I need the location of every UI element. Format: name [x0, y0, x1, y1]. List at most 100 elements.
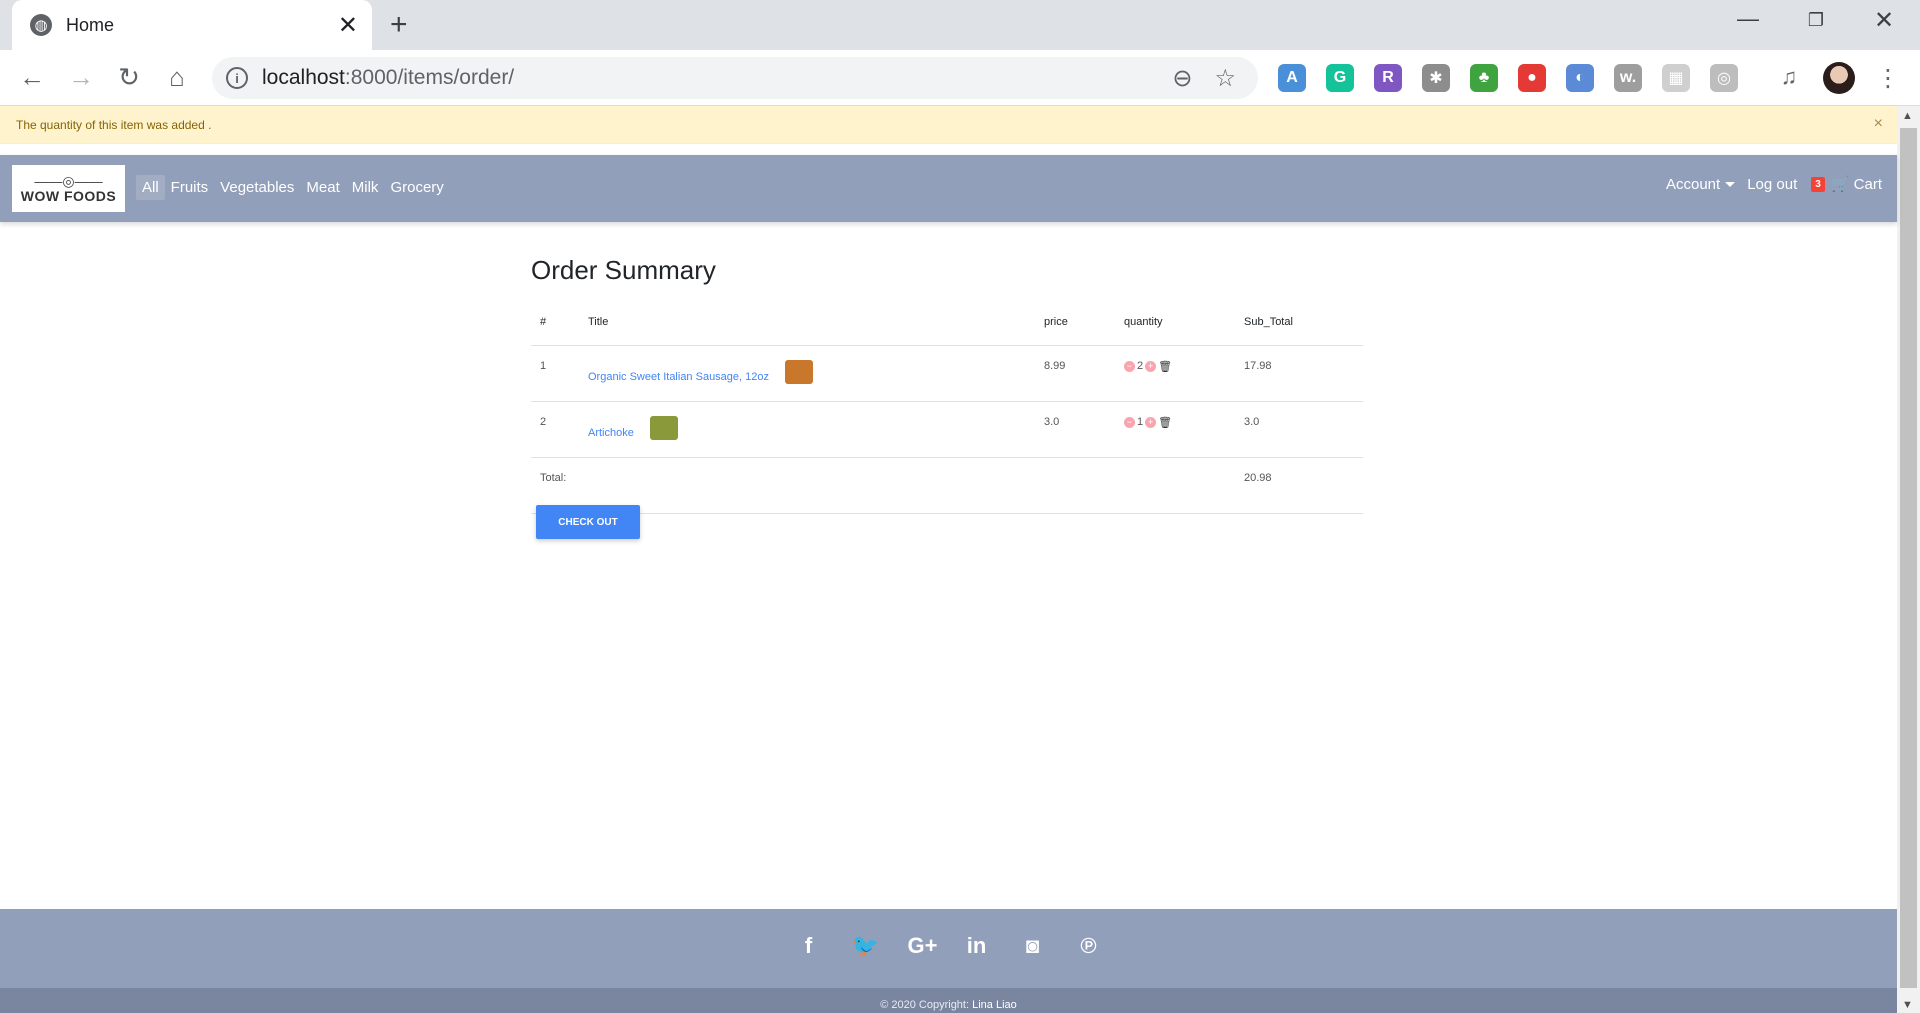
- navbar-right: Account Log out 3 🛒 Cart: [1654, 175, 1882, 194]
- reload-icon[interactable]: ↻: [112, 62, 146, 92]
- browser-tab[interactable]: ◍ Home ✕: [12, 0, 372, 50]
- circle-icon[interactable]: ◎: [1710, 64, 1738, 92]
- decrease-quantity-icon[interactable]: −: [1124, 360, 1135, 372]
- row-subtotal: 3.0: [1235, 401, 1363, 458]
- item-link[interactable]: Artichoke: [588, 427, 634, 439]
- tab-title: Home: [66, 14, 115, 35]
- color-wheel-icon[interactable]: ●: [1518, 64, 1546, 92]
- row-price: 3.0: [1035, 401, 1115, 458]
- nav-item-all[interactable]: All: [136, 175, 165, 200]
- account-dropdown[interactable]: Account: [1666, 176, 1736, 193]
- cart-link[interactable]: 🛒 Cart: [1831, 175, 1882, 193]
- quantity-value: 2: [1137, 360, 1144, 372]
- restore-icon[interactable]: ❐: [1786, 10, 1846, 31]
- instagram-icon[interactable]: ◙: [1020, 933, 1046, 959]
- col-header-title: Title: [579, 300, 1035, 346]
- order-table: # Title price quantity Sub_Total 1 Organi…: [531, 300, 1363, 514]
- table-row: 2 Artichoke 3.0−1 + 🗑 3.0: [531, 401, 1363, 458]
- row-subtotal: 17.98: [1235, 345, 1363, 402]
- cart-icon: 🛒: [1830, 176, 1850, 193]
- close-window-icon[interactable]: ✕: [1854, 6, 1914, 35]
- col-header-subtotal: Sub_Total: [1235, 300, 1363, 346]
- grammarly-icon[interactable]: G: [1326, 64, 1354, 92]
- nav-item-fruits[interactable]: Fruits: [165, 175, 215, 200]
- page-title: Order Summary: [531, 255, 716, 285]
- row-quantity-cell: −2 + 🗑: [1115, 345, 1235, 402]
- trash-icon[interactable]: 🗑: [1158, 360, 1172, 373]
- close-icon[interactable]: ×: [1874, 115, 1883, 133]
- url-text[interactable]: localhost:8000/items/order/: [262, 66, 1172, 90]
- table-header-row: # Title price quantity Sub_Total: [531, 300, 1363, 346]
- grid-icon[interactable]: ▦: [1662, 64, 1690, 92]
- cart-count-badge: 3: [1811, 176, 1825, 192]
- close-tab-icon[interactable]: ✕: [338, 11, 358, 40]
- bookmark-star-icon[interactable]: ☆: [1214, 64, 1236, 93]
- row-title-cell: Organic Sweet Italian Sausage, 12oz: [579, 345, 1035, 402]
- logout-link[interactable]: Log out: [1747, 176, 1797, 193]
- browser-toolbar: ← → ↻ ⌂ i localhost:8000/items/order/ ⊖ …: [0, 50, 1920, 106]
- linkedin-icon[interactable]: in: [964, 933, 990, 959]
- row-price: 8.99: [1035, 345, 1115, 402]
- pinterest-icon[interactable]: ℗: [1076, 933, 1102, 959]
- globe-icon: ◍: [30, 14, 52, 36]
- col-header-price: price: [1035, 300, 1115, 346]
- caret-down-icon: [1725, 182, 1736, 188]
- w-icon[interactable]: w.: [1614, 64, 1642, 92]
- increase-quantity-icon[interactable]: +: [1145, 416, 1157, 428]
- html-tree-icon[interactable]: ♣: [1470, 64, 1498, 92]
- col-header-quantity: quantity: [1115, 300, 1235, 346]
- nav-item-vegetables[interactable]: Vegetables: [214, 175, 300, 200]
- scroll-down-icon[interactable]: ▼: [1902, 999, 1913, 1011]
- address-bar[interactable]: i localhost:8000/items/order/ ⊖ ☆: [212, 57, 1258, 99]
- minimize-icon[interactable]: —: [1718, 6, 1778, 32]
- google-plus-icon[interactable]: G+: [908, 933, 938, 959]
- row-quantity-cell: −1 + 🗑: [1115, 401, 1235, 458]
- media-control-icon[interactable]: ♫: [1772, 62, 1806, 92]
- logo-mark: ——◎——: [34, 172, 103, 189]
- twitter-icon[interactable]: 🐦: [852, 933, 879, 959]
- row-number: 2: [531, 401, 579, 458]
- trash-icon[interactable]: 🗑: [1158, 416, 1172, 429]
- alert-message: The quantity of this item was added . ×: [0, 106, 1897, 144]
- nav-item-grocery[interactable]: Grocery: [384, 175, 449, 200]
- col-header-num: #: [531, 300, 579, 346]
- a-icon[interactable]: A: [1278, 64, 1306, 92]
- order-summary-section: Order Summary # Title price quantity Sub…: [531, 255, 1363, 539]
- site-logo[interactable]: ——◎—— WOW FOODS: [12, 165, 125, 212]
- facebook-icon[interactable]: f: [796, 933, 822, 959]
- new-tab-icon[interactable]: +: [390, 8, 408, 42]
- scroll-up-icon[interactable]: ▲: [1902, 110, 1913, 122]
- bug-icon[interactable]: ✱: [1422, 64, 1450, 92]
- drop-icon[interactable]: ◐: [1566, 64, 1594, 92]
- page-scrollbar[interactable]: ▲ ▼: [1897, 106, 1920, 1013]
- zoom-icon[interactable]: ⊖: [1172, 64, 1192, 93]
- scrollbar-thumb[interactable]: [1900, 128, 1917, 988]
- browser-tabstrip: ◍ Home ✕ + — ❐ ✕: [0, 0, 1920, 50]
- forward-icon[interactable]: →: [64, 62, 98, 92]
- home-icon[interactable]: ⌂: [160, 62, 194, 92]
- table-row: 1 Organic Sweet Italian Sausage, 12oz 8.99…: [531, 345, 1363, 402]
- r-icon[interactable]: R: [1374, 64, 1402, 92]
- row-number: 1: [531, 345, 579, 402]
- decrease-quantity-icon[interactable]: −: [1124, 416, 1135, 428]
- social-links: f 🐦 G+ in ◙ ℗: [0, 933, 1897, 959]
- copyright: © 2020 Copyright: Lina Liao: [0, 988, 1897, 1013]
- menu-kebab-icon[interactable]: ⋮: [1876, 64, 1900, 93]
- info-icon[interactable]: i: [226, 67, 248, 89]
- avatar[interactable]: [1823, 62, 1855, 94]
- logo-text: WOW FOODS: [20, 187, 117, 204]
- item-link[interactable]: Organic Sweet Italian Sausage, 12oz: [588, 371, 769, 383]
- checkout-button[interactable]: CHECK OUT: [536, 505, 640, 539]
- nav-item-meat[interactable]: Meat: [300, 175, 345, 200]
- item-thumbnail[interactable]: [649, 415, 678, 440]
- copyright-author-link[interactable]: Lina Liao: [972, 999, 1017, 1011]
- back-icon[interactable]: ←: [15, 62, 49, 92]
- nav-item-milk[interactable]: Milk: [346, 175, 385, 200]
- item-thumbnail[interactable]: [785, 359, 814, 384]
- site-navbar: ——◎—— WOW FOODS All Fruits Vegetables Meat M…: [0, 155, 1897, 222]
- row-title-cell: Artichoke: [579, 401, 1035, 458]
- site-footer: f 🐦 G+ in ◙ ℗: [0, 909, 1897, 988]
- increase-quantity-icon[interactable]: +: [1145, 360, 1157, 372]
- quantity-value: 1: [1137, 416, 1144, 428]
- category-nav: All Fruits Vegetables Meat Milk Grocery: [136, 175, 450, 200]
